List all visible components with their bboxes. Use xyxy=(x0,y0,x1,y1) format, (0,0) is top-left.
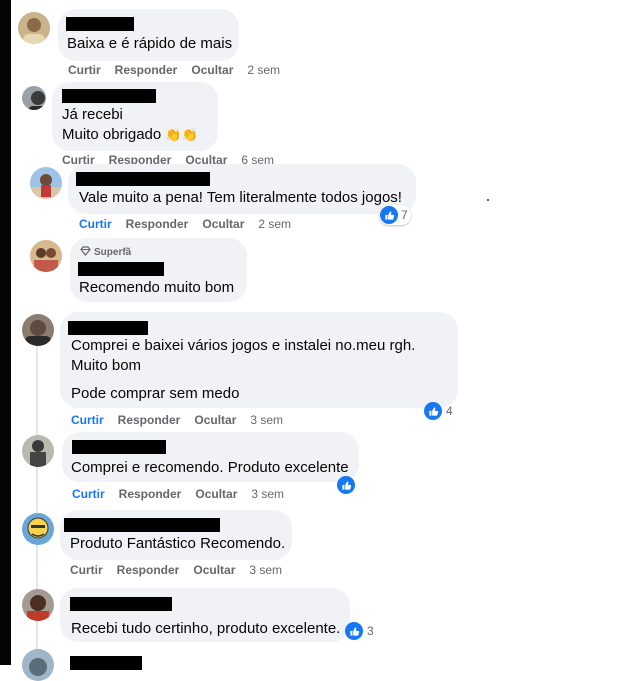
comment-text: Recomendo muito bom xyxy=(79,279,235,296)
author-name-redacted[interactable] xyxy=(72,440,166,454)
comment-text: Baixa e é rápido de mais xyxy=(67,35,233,52)
like-icon xyxy=(337,476,355,494)
comment-text-line-2: Muito obrigado 👏👏 xyxy=(62,125,198,145)
avatar[interactable] xyxy=(18,12,50,44)
diamond-icon xyxy=(80,246,91,259)
avatar[interactable] xyxy=(22,649,54,681)
author-name-redacted[interactable] xyxy=(70,656,142,670)
badge-label: Superfã xyxy=(94,247,132,258)
comment-text: Recebi tudo certinho, produto excelente. xyxy=(71,620,341,637)
like-link[interactable]: Curtir xyxy=(72,487,105,501)
hide-link[interactable]: Ocultar xyxy=(202,217,244,231)
reaction-icon[interactable] xyxy=(336,475,358,495)
like-link[interactable]: Curtir xyxy=(70,563,103,577)
reply-link[interactable]: Responder xyxy=(115,63,178,77)
avatar[interactable] xyxy=(22,314,54,346)
comment-text-part: Muito obrigado xyxy=(62,126,162,143)
timestamp[interactable]: 3 sem xyxy=(249,563,282,577)
comment-text: Muito bom xyxy=(71,357,142,374)
comment-text: Comprei e baixei vários jogos e instalei… xyxy=(71,337,416,354)
hide-link[interactable]: Ocultar xyxy=(195,487,237,501)
author-name-redacted[interactable] xyxy=(64,518,220,532)
avatar[interactable] xyxy=(30,167,62,199)
avatar[interactable] xyxy=(22,589,54,621)
hide-link[interactable]: Ocultar xyxy=(185,153,227,164)
avatar[interactable] xyxy=(22,513,54,545)
comment-text: Pode comprar sem medo xyxy=(71,385,240,402)
reply-link[interactable]: Responder xyxy=(118,413,181,427)
left-edge-border xyxy=(0,0,11,665)
stray-dot xyxy=(487,199,489,201)
author-name-redacted[interactable] xyxy=(62,89,156,103)
reaction-count[interactable]: 3 xyxy=(344,621,377,641)
author-name-redacted[interactable] xyxy=(70,597,172,611)
reaction-number: 7 xyxy=(401,208,408,222)
author-name-redacted[interactable] xyxy=(78,262,164,276)
comment-text: Vale muito a pena! Tem literalmente todo… xyxy=(79,189,402,206)
timestamp[interactable]: 2 sem xyxy=(247,63,280,77)
author-name-redacted[interactable] xyxy=(66,17,134,31)
author-name-redacted[interactable] xyxy=(68,321,148,335)
like-link[interactable]: Curtir xyxy=(68,63,101,77)
reaction-number: 4 xyxy=(446,404,453,418)
reply-link[interactable]: Responder xyxy=(119,487,182,501)
hide-link[interactable]: Ocultar xyxy=(191,63,233,77)
hide-link[interactable]: Ocultar xyxy=(194,413,236,427)
hide-link[interactable]: Ocultar xyxy=(193,563,235,577)
reaction-count[interactable]: 4 xyxy=(423,401,456,421)
avatar[interactable] xyxy=(30,240,62,272)
like-icon xyxy=(345,622,363,640)
superfan-badge[interactable]: Superfã xyxy=(80,246,131,259)
comment-actions: Curtir Responder Ocultar 2 sem xyxy=(79,217,305,231)
comment-actions: Curtir Responder Ocultar 6 sem xyxy=(62,153,288,164)
reply-link[interactable]: Responder xyxy=(117,563,180,577)
like-link[interactable]: Curtir xyxy=(62,153,95,164)
timestamp[interactable]: 3 sem xyxy=(251,487,284,501)
comment-text: Produto Fantástico Recomendo. xyxy=(70,535,286,552)
comment-text: Já recebi xyxy=(62,106,123,123)
timestamp[interactable]: 2 sem xyxy=(258,217,291,231)
timestamp[interactable]: 6 sem xyxy=(241,153,274,164)
comment-text: Comprei e recomendo. Produto excelente xyxy=(71,459,349,476)
comment-actions: Curtir Responder Ocultar 3 sem xyxy=(72,487,298,501)
reaction-count[interactable]: 7 xyxy=(379,205,411,225)
like-link[interactable]: Curtir xyxy=(71,413,104,427)
reply-link[interactable]: Responder xyxy=(109,153,172,164)
comment-actions: Curtir Responder Ocultar 3 sem xyxy=(70,563,296,577)
comment-actions: Curtir Responder Ocultar 2 sem xyxy=(68,63,294,77)
comment-actions: Curtir Responder Ocultar 3 sem xyxy=(71,413,297,427)
like-link[interactable]: Curtir xyxy=(79,217,112,231)
avatar[interactable] xyxy=(22,435,54,467)
avatar[interactable] xyxy=(22,86,46,110)
author-name-redacted[interactable] xyxy=(76,172,210,186)
reaction-number: 3 xyxy=(367,624,374,638)
reply-link[interactable]: Responder xyxy=(126,217,189,231)
clapping-hands-icon: 👏👏 xyxy=(165,127,198,142)
like-icon xyxy=(380,206,398,224)
like-icon xyxy=(424,402,442,420)
timestamp[interactable]: 3 sem xyxy=(250,413,283,427)
